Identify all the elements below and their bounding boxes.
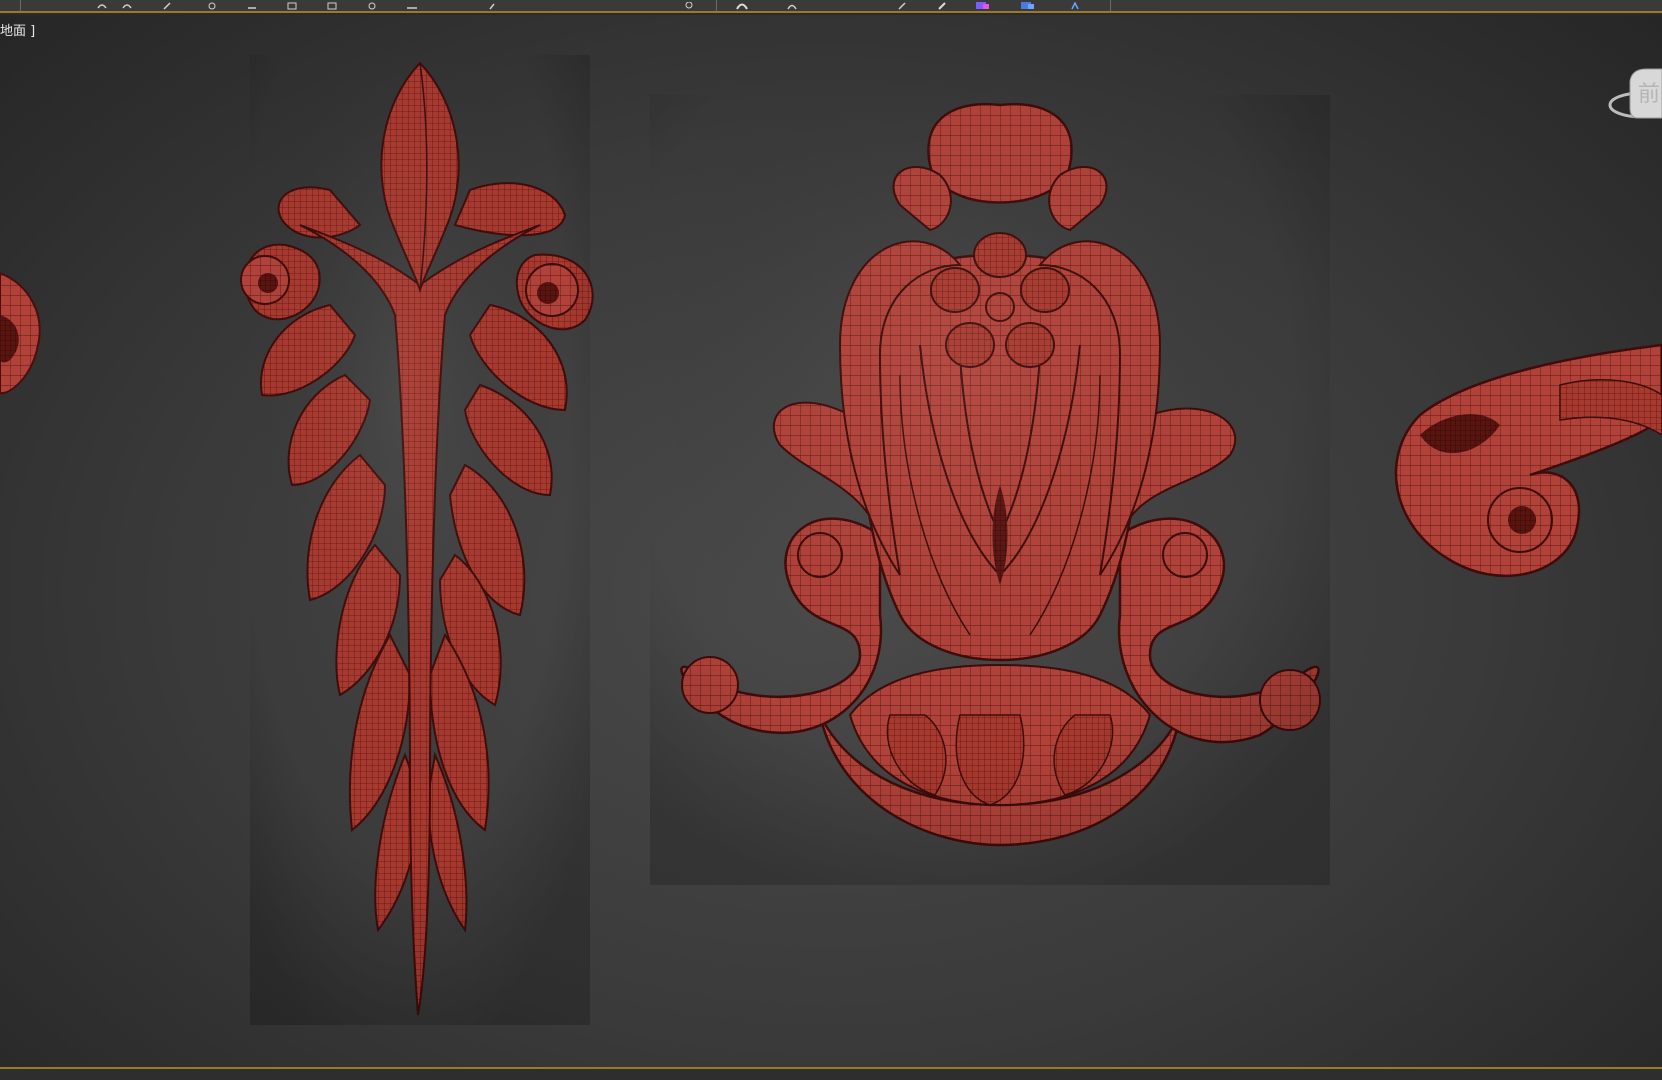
- mirror-icon[interactable]: [935, 1, 949, 10]
- carved-baroque-cartouche[interactable]: [650, 95, 1330, 885]
- carved-scroll-left-fragment[interactable]: [0, 271, 41, 395]
- toolbar-separator: [20, 0, 21, 11]
- viewcube-face-label: 前: [1638, 82, 1660, 107]
- move-icon[interactable]: [405, 1, 419, 10]
- bind-icon[interactable]: [245, 1, 259, 10]
- toolbar-separator: [1110, 0, 1111, 11]
- select-region-icon[interactable]: [325, 1, 339, 10]
- carved-acanthus-leaf-pendant[interactable]: [240, 55, 594, 1025]
- layer-icon[interactable]: [1020, 1, 1034, 10]
- carved-scroll-right-fragment[interactable]: [1394, 343, 1662, 578]
- rotate-icon[interactable]: [485, 1, 499, 10]
- angle-snap-icon[interactable]: [785, 1, 799, 10]
- scale-icon[interactable]: [682, 1, 696, 10]
- viewcube-icon[interactable]: 前: [1602, 63, 1662, 143]
- undo-icon[interactable]: [95, 1, 109, 10]
- viewcube[interactable]: 前: [1602, 63, 1662, 143]
- 3dsmax-window: 地面 ] 前: [0, 0, 1662, 1080]
- unlink-icon[interactable]: [205, 1, 219, 10]
- percent-snap-icon[interactable]: [895, 1, 909, 10]
- snap-icon[interactable]: [735, 1, 749, 10]
- main-toolbar: [0, 0, 1662, 13]
- toolbar-separator: [716, 0, 717, 11]
- window-crossing-icon[interactable]: [365, 1, 379, 10]
- perspective-viewport[interactable]: 地面 ] 前: [0, 15, 1662, 1067]
- scene-render: [0, 55, 1662, 1025]
- link-icon[interactable]: [160, 1, 174, 10]
- timeline-bar[interactable]: [0, 1067, 1662, 1080]
- redo-icon[interactable]: [120, 1, 134, 10]
- scene-explorer-icon[interactable]: [1068, 1, 1082, 10]
- align-icon[interactable]: [975, 1, 989, 10]
- select-icon[interactable]: [285, 1, 299, 10]
